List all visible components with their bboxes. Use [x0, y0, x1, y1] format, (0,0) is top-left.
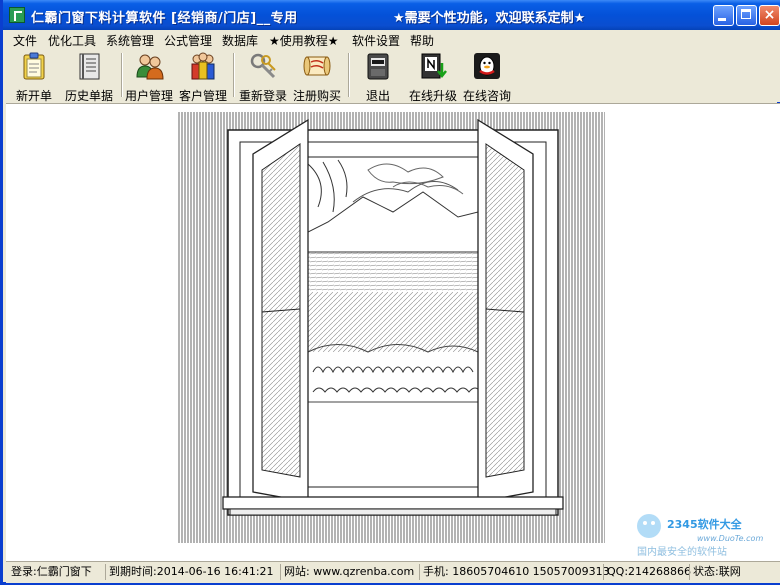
relogin-label: 重新登录	[238, 89, 287, 103]
toolbar-separator	[233, 53, 235, 97]
toolbar: 新开单 历史单据 用户管理 客户管理 重新登录 注册购买 退出 在线升级 在线咨…	[6, 49, 780, 103]
online-upgrade-label: 在线升级	[408, 89, 457, 103]
status-login: 登录:仁霸门窗下	[11, 565, 92, 578]
users-icon	[136, 54, 164, 80]
exit-button[interactable]: 退出	[358, 51, 398, 103]
new-order-button[interactable]: 新开单	[12, 51, 56, 103]
title-slogan: ★需要个性功能，欢迎联系定制★	[393, 11, 586, 26]
scroll-icon	[303, 56, 331, 76]
user-management-button[interactable]: 用户管理	[124, 51, 174, 103]
keys-icon	[250, 53, 276, 79]
exit-label: 退出	[365, 89, 390, 103]
menu-bar: 文件 优化工具 系统管理 公式管理 数据库 ★使用教程★ 软件设置 帮助	[6, 30, 780, 49]
menu-file[interactable]: 文件	[13, 32, 37, 49]
toolbar-separator	[348, 53, 350, 97]
relogin-button[interactable]: 重新登录	[238, 51, 288, 103]
menu-software-settings[interactable]: 软件设置	[352, 32, 400, 49]
exit-icon	[367, 53, 389, 80]
close-icon: ×	[763, 7, 776, 23]
watermark-tagline: 国内最安全的软件站	[637, 545, 727, 558]
customers-icon	[191, 52, 215, 80]
register-purchase-button[interactable]: 注册购买	[292, 51, 342, 103]
ledger-icon	[79, 53, 100, 80]
watermark-site: www.DuoTe.com	[697, 534, 763, 543]
status-phone: 手机: 18605704610 15057009313	[419, 564, 610, 580]
watermark-graphic: 2345软件大全 www.DuoTe.com 国内最安全的软件站	[637, 514, 763, 558]
toolbar-separator	[121, 53, 123, 97]
status-qq: QQ:214268866	[603, 564, 691, 580]
minimize-button[interactable]	[713, 5, 734, 26]
close-button[interactable]: ×	[759, 5, 780, 26]
status-expiry: 到期时间:2014-06-16 16:41:21	[105, 564, 274, 580]
new-order-label: 新开单	[15, 89, 52, 103]
menu-formula-management[interactable]: 公式管理	[164, 32, 212, 49]
window-title: 仁霸门窗下料计算软件 [经销商/门店]__专用	[31, 11, 298, 26]
register-purchase-label: 注册购买	[292, 89, 341, 103]
clipboard-icon	[23, 52, 45, 80]
user-management-label: 用户管理	[124, 89, 173, 103]
history-orders-label: 历史单据	[64, 89, 113, 103]
menu-database[interactable]: 数据库	[222, 32, 258, 49]
upgrade-icon	[421, 53, 447, 79]
customer-management-button[interactable]: 客户管理	[178, 51, 228, 103]
menu-optimize-tools[interactable]: 优化工具	[48, 32, 96, 49]
online-consult-label: 在线咨询	[462, 89, 511, 103]
title-bar[interactable]: 仁霸门窗下料计算软件 [经销商/门店]__专用 ★需要个性功能，欢迎联系定制★ …	[3, 0, 780, 30]
menu-system-management[interactable]: 系统管理	[106, 32, 154, 49]
online-consult-button[interactable]: 在线咨询	[462, 51, 512, 103]
watermark-logo: 2345软件大全 www.DuoTe.com 国内最安全的软件站	[633, 506, 773, 558]
customer-management-label: 客户管理	[178, 89, 227, 103]
history-orders-button[interactable]: 历史单据	[61, 51, 117, 103]
menu-tutorial[interactable]: ★使用教程★	[269, 32, 339, 49]
qq-icon	[474, 53, 500, 79]
watermark-brand: 2345软件大全	[667, 517, 743, 531]
window-sketch-illustration	[178, 112, 605, 543]
status-bar: 登录:仁霸门窗下 到期时间:2014-06-16 16:41:21 网站: ww…	[6, 561, 780, 583]
app-icon[interactable]	[9, 7, 25, 23]
maximize-button[interactable]	[736, 5, 757, 26]
online-upgrade-button[interactable]: 在线升级	[406, 51, 460, 103]
status-connection: 状态:联网	[689, 564, 741, 580]
status-website: 网站: www.qzrenba.com	[280, 564, 414, 580]
main-canvas	[6, 103, 780, 561]
main-window: 仁霸门窗下料计算软件 [经销商/门店]__专用 ★需要个性功能，欢迎联系定制★ …	[0, 0, 780, 585]
menu-help[interactable]: 帮助	[410, 32, 434, 49]
